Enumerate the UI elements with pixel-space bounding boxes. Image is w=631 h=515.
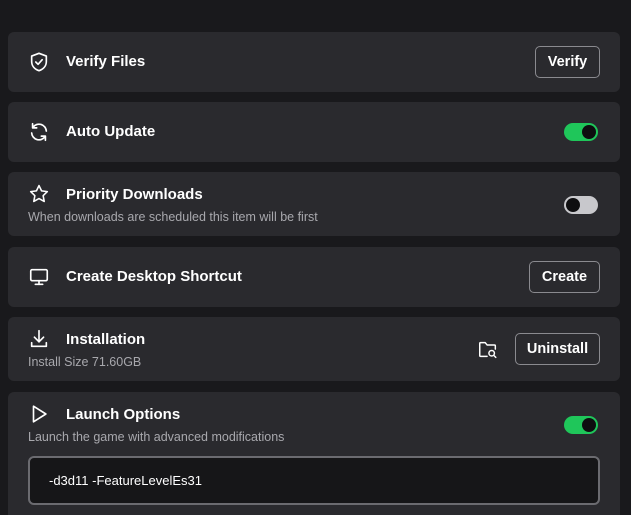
download-icon: [28, 328, 50, 350]
installation-row: Installation Install Size 71.60GB Uninst…: [8, 317, 620, 381]
launch-options-toggle[interactable]: [564, 416, 598, 434]
create-shortcut-button[interactable]: Create: [529, 261, 600, 293]
installation-title: Installation: [66, 331, 146, 348]
toggle-knob: [582, 125, 596, 139]
game-settings-panel: Verify Files Verify Auto Update Priority…: [0, 0, 631, 515]
install-size-label: Install Size 71.60GB: [28, 355, 142, 369]
monitor-icon: [28, 266, 50, 288]
launch-options-title: Launch Options: [66, 406, 181, 423]
refresh-icon: [28, 121, 50, 143]
shield-check-icon: [28, 51, 50, 73]
auto-update-title: Auto Update: [66, 123, 156, 140]
play-icon: [28, 403, 50, 425]
auto-update-row: Auto Update: [8, 102, 620, 162]
uninstall-button[interactable]: Uninstall: [515, 333, 600, 365]
toggle-knob: [582, 418, 596, 432]
launch-options-input[interactable]: [28, 456, 600, 505]
launch-options-row: Launch Options Launch the game with adva…: [8, 392, 620, 515]
priority-downloads-row: Priority Downloads When downloads are sc…: [8, 172, 620, 236]
desktop-shortcut-row: Create Desktop Shortcut Create: [8, 247, 620, 307]
verify-button[interactable]: Verify: [535, 46, 600, 78]
toggle-knob: [566, 198, 580, 212]
launch-options-subtitle: Launch the game with advanced modificati…: [28, 430, 285, 444]
auto-update-toggle[interactable]: [564, 123, 598, 141]
desktop-shortcut-title: Create Desktop Shortcut: [66, 268, 242, 285]
verify-files-row: Verify Files Verify: [8, 32, 620, 92]
priority-downloads-title: Priority Downloads: [66, 186, 203, 203]
verify-files-title: Verify Files: [66, 53, 146, 70]
folder-search-icon[interactable]: [477, 339, 501, 363]
star-icon: [28, 183, 50, 205]
priority-downloads-subtitle: When downloads are scheduled this item w…: [28, 210, 318, 224]
priority-downloads-toggle[interactable]: [564, 196, 598, 214]
